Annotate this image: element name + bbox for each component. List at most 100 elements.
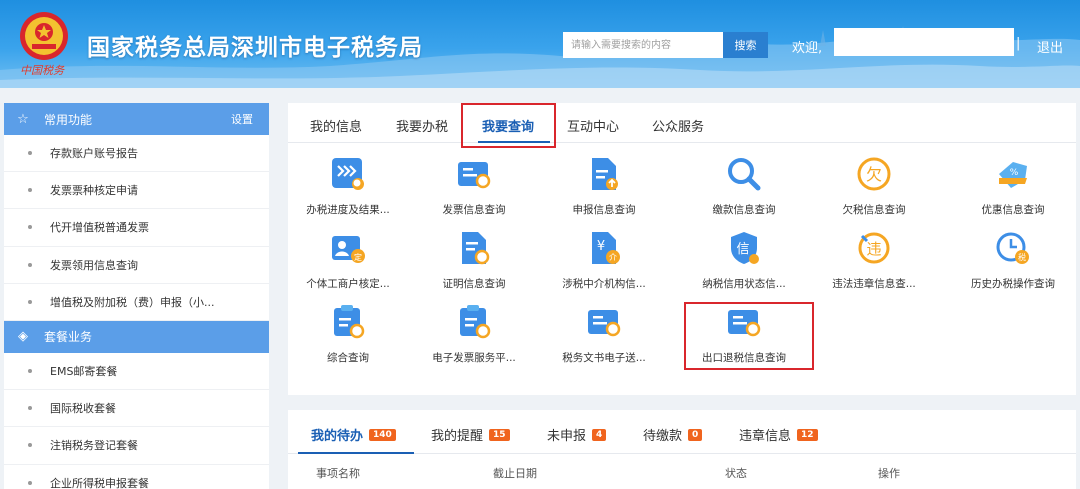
tab-label: 待缴款 bbox=[643, 429, 683, 444]
sidebar-item-label: 存款账户账号报告 bbox=[50, 147, 138, 161]
sidebar-section-common[interactable]: ☆ 常用功能 设置 bbox=[4, 103, 269, 135]
bullet-icon bbox=[28, 299, 32, 304]
tab-highlight-box bbox=[461, 103, 556, 148]
tab-public-service[interactable]: 公众服务 bbox=[652, 116, 704, 135]
settings-link[interactable]: 设置 bbox=[231, 111, 253, 127]
sidebar-item-label: 发票票种核定申请 bbox=[50, 184, 138, 198]
history-clock-icon: 税 bbox=[996, 232, 1029, 264]
grid-certificate-query[interactable]: 证明信息查询 bbox=[414, 230, 534, 300]
grid-label: 电子发票服务平... bbox=[432, 352, 516, 364]
grid-comprehensive-query[interactable]: 综合查询 bbox=[288, 304, 408, 374]
grid-owed-tax-query[interactable]: 欠 欠税信息查询 bbox=[814, 156, 934, 226]
certificate-query-icon bbox=[462, 232, 490, 265]
sidebar-item-label: 发票领用信息查询 bbox=[50, 258, 138, 272]
grid-einvoice-platform[interactable]: 电子发票服务平... bbox=[414, 304, 534, 374]
column-header-status: 状态 bbox=[725, 467, 747, 480]
main-tabs: 我的信息 我要办税 我要查询 互动中心 公众服务 bbox=[288, 103, 1076, 143]
sidebar-item[interactable]: 增值税及附加税（费）申报（小... bbox=[4, 284, 269, 321]
grid-payment-query[interactable]: 缴款信息查询 bbox=[684, 156, 804, 226]
grid-violation-query[interactable]: 违 违法违章信息查... bbox=[814, 230, 934, 300]
comprehensive-query-icon bbox=[334, 305, 365, 339]
magnifier-icon bbox=[728, 158, 761, 191]
bullet-icon bbox=[28, 188, 32, 193]
search-button[interactable]: 搜索 bbox=[723, 32, 768, 58]
grid-label: 办税进度及结果... bbox=[306, 204, 390, 216]
svg-text:介: 介 bbox=[609, 253, 617, 262]
sidebar-item-label: EMS邮寄套餐 bbox=[50, 365, 118, 379]
sidebar-item[interactable]: 发票领用信息查询 bbox=[4, 247, 269, 284]
grid-agency-query[interactable]: ¥ 介 涉税中介机构信... bbox=[544, 230, 664, 300]
tab-my-todo[interactable]: 我的待办 140 bbox=[311, 425, 396, 444]
grid-progress-query[interactable]: 办税进度及结果... bbox=[288, 156, 408, 226]
welcome-text: 欢迎, bbox=[792, 41, 823, 56]
tab-undeclared[interactable]: 未申报 4 bbox=[547, 425, 607, 444]
grid-label: 发票信息查询 bbox=[442, 204, 506, 216]
column-header-item: 事项名称 bbox=[316, 467, 360, 480]
grid-label: 个体工商户核定... bbox=[306, 278, 390, 290]
grid-label: 纳税信用状态信... bbox=[702, 278, 786, 290]
owed-tax-icon: 欠 bbox=[857, 157, 891, 191]
grid-label: 缴款信息查询 bbox=[712, 204, 776, 216]
sidebar-item-label: 增值税及附加税（费）申报（小... bbox=[50, 295, 215, 309]
grid-label: 税务文书电子送... bbox=[562, 352, 646, 364]
sidebar-item[interactable]: 发票票种核定申请 bbox=[4, 172, 269, 210]
sidebar-item-label: 国际税收套餐 bbox=[50, 402, 116, 416]
svg-text:税: 税 bbox=[1018, 252, 1026, 262]
grid-label: 证明信息查询 bbox=[442, 278, 506, 290]
declaration-query-icon bbox=[592, 158, 618, 190]
todo-panel: 我的待办 140 我的提醒 15 未申报 4 待缴款 0 违章信息 12 事项名称 截止日… bbox=[288, 410, 1076, 489]
sidebar-item[interactable]: 企业所得税申报套餐 bbox=[4, 465, 269, 489]
grid-tax-document-delivery[interactable]: 税务文书电子送... bbox=[544, 304, 664, 374]
sidebar-item[interactable]: 代开增值税普通发票 bbox=[4, 209, 269, 247]
grid-credit-status-query[interactable]: 信 纳税信用状态信... bbox=[684, 230, 804, 300]
svg-text:%: % bbox=[1010, 168, 1019, 178]
grid-individual-business-query[interactable]: 定 个体工商户核定... bbox=[288, 230, 408, 300]
bullet-icon bbox=[28, 443, 32, 448]
sidebar-item[interactable]: 国际税收套餐 bbox=[4, 390, 269, 428]
tab-tax-handling[interactable]: 我要办税 bbox=[396, 116, 448, 135]
svg-text:欠: 欠 bbox=[866, 165, 882, 184]
svg-text:定: 定 bbox=[354, 252, 362, 262]
bullet-icon bbox=[28, 262, 32, 267]
sidebar-item[interactable]: 存款账户账号报告 bbox=[4, 135, 269, 173]
star-icon: ☆ bbox=[17, 111, 29, 127]
signature-text: 中国税务 bbox=[20, 64, 64, 77]
grid-invoice-query[interactable]: 发票信息查询 bbox=[414, 156, 534, 226]
grid-label: 优惠信息查询 bbox=[981, 204, 1045, 216]
sidebar-item[interactable]: 注销税务登记套餐 bbox=[4, 427, 269, 465]
column-header-deadline: 截止日期 bbox=[493, 467, 537, 480]
count-badge: 0 bbox=[688, 428, 703, 441]
grid-discount-query[interactable]: % 优惠信息查询 bbox=[953, 156, 1073, 226]
search-input[interactable] bbox=[563, 32, 723, 58]
tab-interaction[interactable]: 互动中心 bbox=[567, 116, 619, 135]
logout-link[interactable]: 退出 bbox=[1037, 37, 1063, 56]
tax-document-icon bbox=[588, 310, 621, 337]
sidebar-item[interactable]: EMS邮寄套餐 bbox=[4, 353, 269, 391]
progress-query-icon bbox=[332, 158, 364, 190]
todo-tabs: 我的待办 140 我的提醒 15 未申报 4 待缴款 0 违章信息 12 bbox=[288, 410, 1076, 454]
grid-label: 申报信息查询 bbox=[572, 204, 636, 216]
tab-label: 我的待办 bbox=[311, 429, 364, 444]
individual-business-icon: 定 bbox=[332, 236, 365, 263]
tab-label: 我的提醒 bbox=[431, 429, 484, 444]
sidebar-item-label: 代开增值税普通发票 bbox=[50, 221, 149, 235]
tab-pending-payment[interactable]: 待缴款 0 bbox=[643, 425, 703, 444]
grid-label: 综合查询 bbox=[327, 352, 369, 364]
grid-label: 违法违章信息查... bbox=[832, 278, 916, 290]
count-badge: 140 bbox=[369, 428, 396, 441]
einvoice-icon bbox=[460, 305, 491, 339]
grid-declaration-query[interactable]: 申报信息查询 bbox=[544, 156, 664, 226]
query-panel: 我的信息 我要办税 我要查询 互动中心 公众服务 办税进度及结果... 发票信息… bbox=[288, 103, 1076, 395]
tab-label: 未申报 bbox=[547, 429, 587, 444]
grid-history-query[interactable]: 税 历史办税操作查询 bbox=[953, 230, 1073, 300]
sidebar: ☆ 常用功能 设置 存款账户账号报告 发票票种核定申请 代开增值税普通发票 发票… bbox=[4, 103, 269, 489]
tab-violations[interactable]: 违章信息 12 bbox=[739, 425, 818, 444]
tab-my-reminders[interactable]: 我的提醒 15 bbox=[431, 425, 510, 444]
header-separator: | bbox=[1016, 36, 1021, 51]
tab-my-info[interactable]: 我的信息 bbox=[310, 116, 362, 135]
credit-icon: 信 bbox=[731, 232, 759, 264]
sidebar-section-package[interactable]: ◈ 套餐业务 bbox=[4, 320, 269, 353]
sidebar-item-label: 注销税务登记套餐 bbox=[50, 439, 138, 453]
violation-icon: 违 bbox=[858, 232, 890, 264]
grid-label: 欠税信息查询 bbox=[842, 204, 906, 216]
